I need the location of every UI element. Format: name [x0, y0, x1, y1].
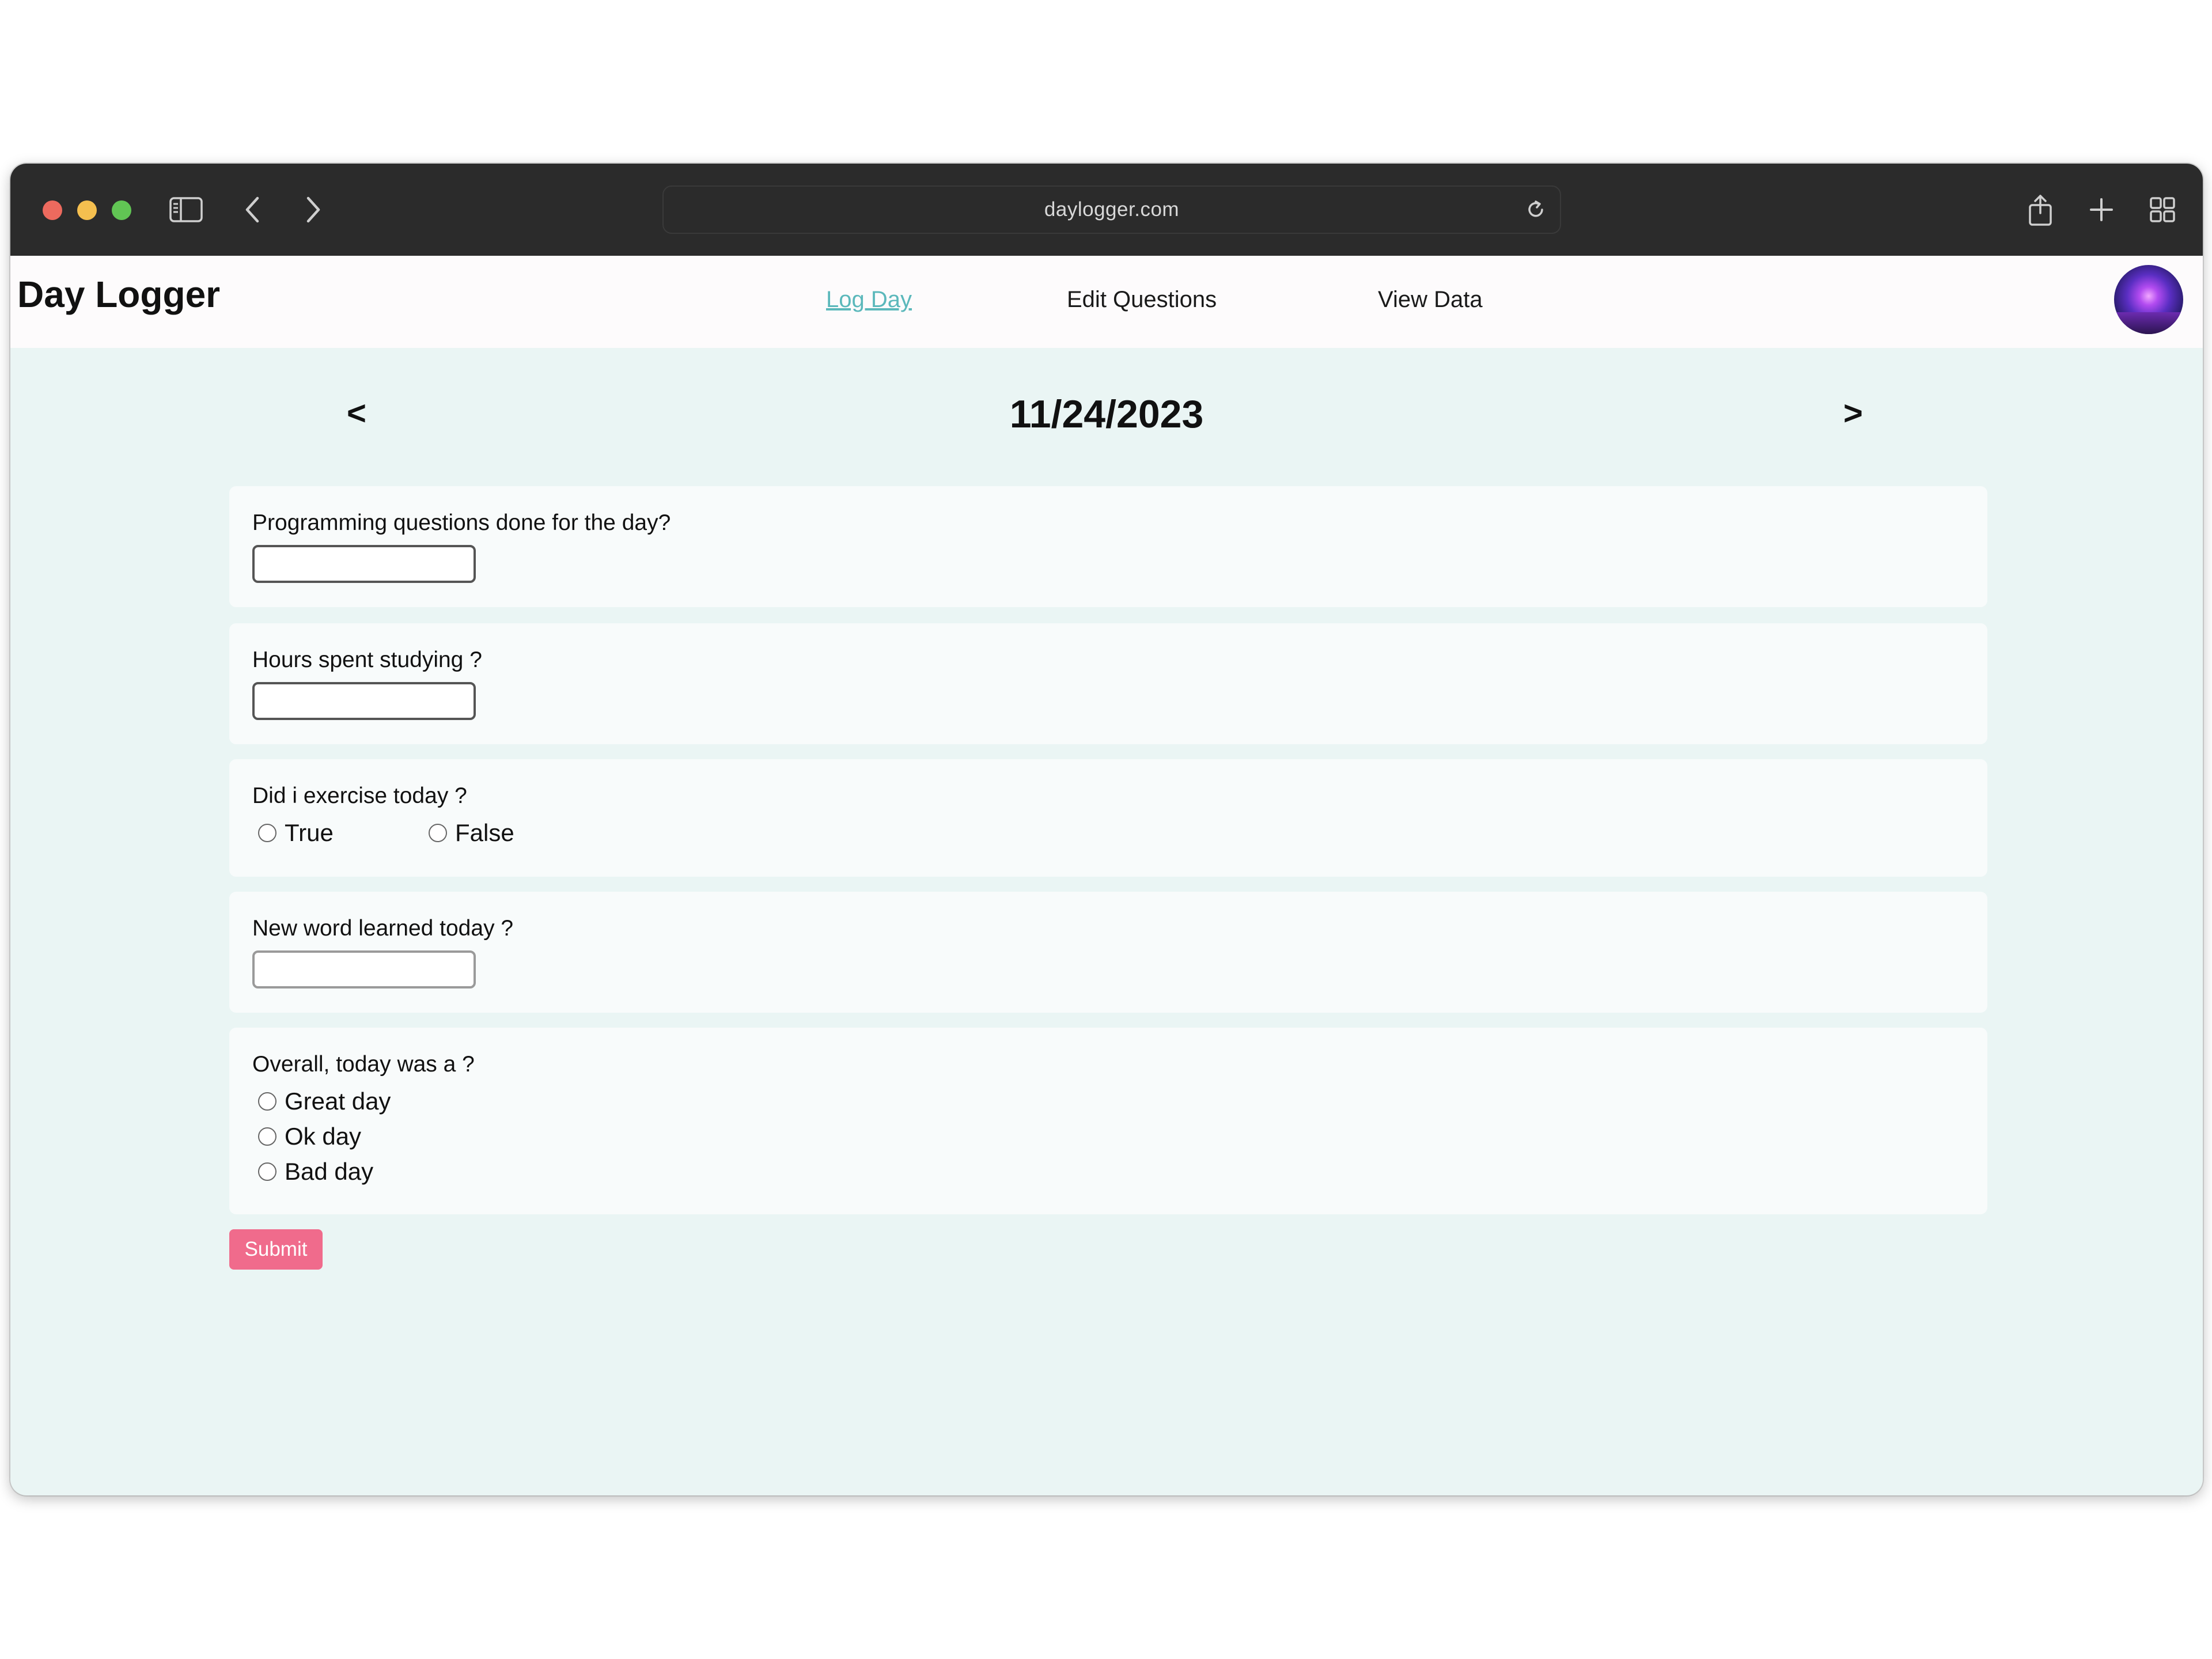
radio-label: Ok day [285, 1123, 362, 1150]
nav-edit-questions[interactable]: Edit Questions [1067, 287, 1217, 313]
radio-button[interactable] [258, 1127, 276, 1146]
forward-icon[interactable] [296, 187, 331, 233]
app-title: Day Logger [17, 274, 221, 315]
radio-button[interactable] [258, 824, 276, 842]
question-card: Overall, today was a ? Great day Ok day … [229, 1028, 1987, 1214]
current-date: 11/24/2023 [1009, 392, 1204, 436]
zoom-window-button[interactable] [112, 200, 131, 220]
app-header: Day Logger Log Day Edit Questions View D… [10, 256, 2203, 348]
radio-label: Bad day [285, 1158, 374, 1185]
question-card: Hours spent studying ? [229, 623, 1987, 744]
radio-label: Great day [285, 1088, 391, 1115]
browser-titlebar: daylogger.com [10, 164, 2203, 256]
sidebar-toggle-icon[interactable] [166, 187, 206, 233]
question-label: New word learned today ? [252, 916, 514, 941]
question-card: New word learned today ? [229, 892, 1987, 1013]
tab-overview-icon[interactable] [2145, 187, 2180, 233]
programming-questions-input[interactable] [252, 545, 476, 583]
question-card: Did i exercise today ? True False [229, 759, 1987, 877]
share-icon[interactable] [2023, 187, 2058, 233]
browser-window: daylogger.com Day Logger Log Day Edit Qu… [10, 164, 2203, 1495]
radio-option-false[interactable]: False [429, 819, 514, 847]
new-tab-icon[interactable] [2084, 187, 2119, 233]
hours-studying-input[interactable] [252, 682, 476, 720]
radio-option-true[interactable]: True [258, 819, 334, 847]
question-label: Programming questions done for the day? [252, 510, 671, 535]
radio-label: True [285, 819, 334, 846]
radio-option-bad-day[interactable]: Bad day [258, 1158, 373, 1185]
avatar[interactable] [2114, 265, 2183, 334]
radio-button[interactable] [429, 824, 447, 842]
submit-button[interactable]: Submit [229, 1229, 323, 1270]
question-label: Hours spent studying ? [252, 647, 482, 672]
radio-button[interactable] [258, 1092, 276, 1111]
close-window-button[interactable] [43, 200, 62, 220]
question-card: Programming questions done for the day? [229, 486, 1987, 607]
address-bar[interactable]: daylogger.com [662, 185, 1561, 234]
radio-option-great-day[interactable]: Great day [258, 1088, 391, 1115]
minimize-window-button[interactable] [77, 200, 97, 220]
question-label: Did i exercise today ? [252, 783, 467, 808]
address-url: daylogger.com [1044, 198, 1180, 221]
radio-option-ok-day[interactable]: Ok day [258, 1123, 361, 1150]
reload-icon[interactable] [1524, 198, 1547, 221]
question-label: Overall, today was a ? [252, 1052, 475, 1077]
radio-button[interactable] [258, 1162, 276, 1181]
new-word-input[interactable] [252, 950, 476, 988]
nav-log-day[interactable]: Log Day [826, 287, 912, 313]
back-icon[interactable] [235, 187, 270, 233]
next-date-button[interactable]: > [1843, 394, 1863, 433]
nav-view-data[interactable]: View Data [1378, 287, 1483, 313]
radio-label: False [455, 819, 514, 846]
